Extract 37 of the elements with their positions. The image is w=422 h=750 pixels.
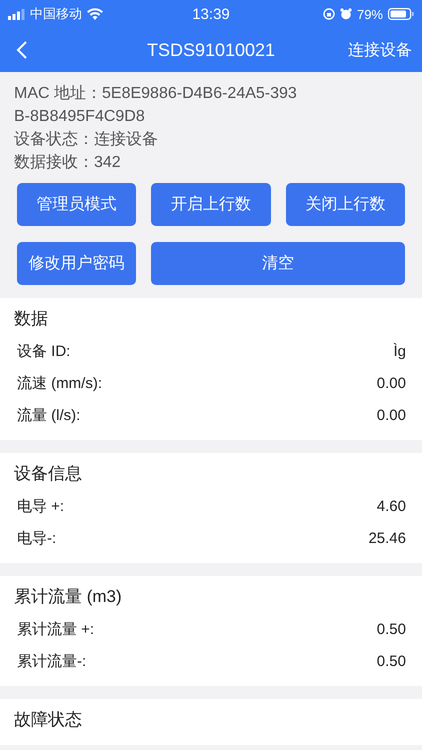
info-line: 数据接收：342 — [14, 152, 122, 173]
action-button[interactable]: 清空 — [151, 242, 405, 285]
rotation-lock-icon — [322, 8, 335, 20]
wifi-icon — [87, 8, 103, 20]
action-button[interactable]: 修改用户密码 — [17, 242, 136, 285]
row-label: 设备 ID: — [17, 342, 70, 362]
section-title: 累计流量 (m3) — [14, 586, 123, 608]
signal-icon — [8, 8, 25, 20]
row-value: Ìg — [393, 342, 406, 362]
row-value: 25.46 — [368, 529, 406, 549]
info-line: MAC 地址：5E8E9886-D4B6-24A5-393B-8B8495F4C9D8 — [14, 84, 298, 127]
nav-title: TSDS91010021 — [146, 40, 276, 60]
battery-percent: 79% — [356, 6, 383, 22]
row-label: 流速 (mm/s): — [17, 374, 102, 394]
row-value: 0.50 — [376, 652, 406, 672]
row-value: 0.00 — [376, 374, 406, 394]
section-title: 设备信息 — [14, 463, 83, 485]
section-title: 故障状态 — [14, 709, 83, 731]
row-label: 电导 +: — [17, 497, 64, 517]
action-button[interactable]: 开启上行数 — [151, 183, 271, 226]
row-label: 流量 (l/s): — [17, 406, 80, 426]
action-button[interactable]: 关闭上行数 — [286, 183, 405, 226]
clock-time: 13:39 — [191, 6, 231, 22]
row-value: 0.50 — [376, 620, 406, 640]
connect-device-button[interactable]: 连接设备 — [348, 40, 412, 60]
battery-icon — [388, 8, 414, 20]
row-label: 电导-: — [17, 529, 56, 549]
row-label: 累计流量 +: — [17, 620, 94, 640]
row-value: 0.00 — [376, 406, 406, 426]
row-label: 累计流量-: — [17, 652, 86, 672]
row-value: 4.60 — [376, 497, 406, 517]
info-line: 设备状态：连接设备 — [14, 130, 159, 150]
carrier-name: 中国移动 — [30, 5, 82, 23]
action-button[interactable]: 管理员模式 — [17, 183, 136, 226]
alarm-icon — [340, 8, 352, 20]
back-icon — [16, 40, 28, 60]
section-title: 数据 — [14, 308, 49, 330]
